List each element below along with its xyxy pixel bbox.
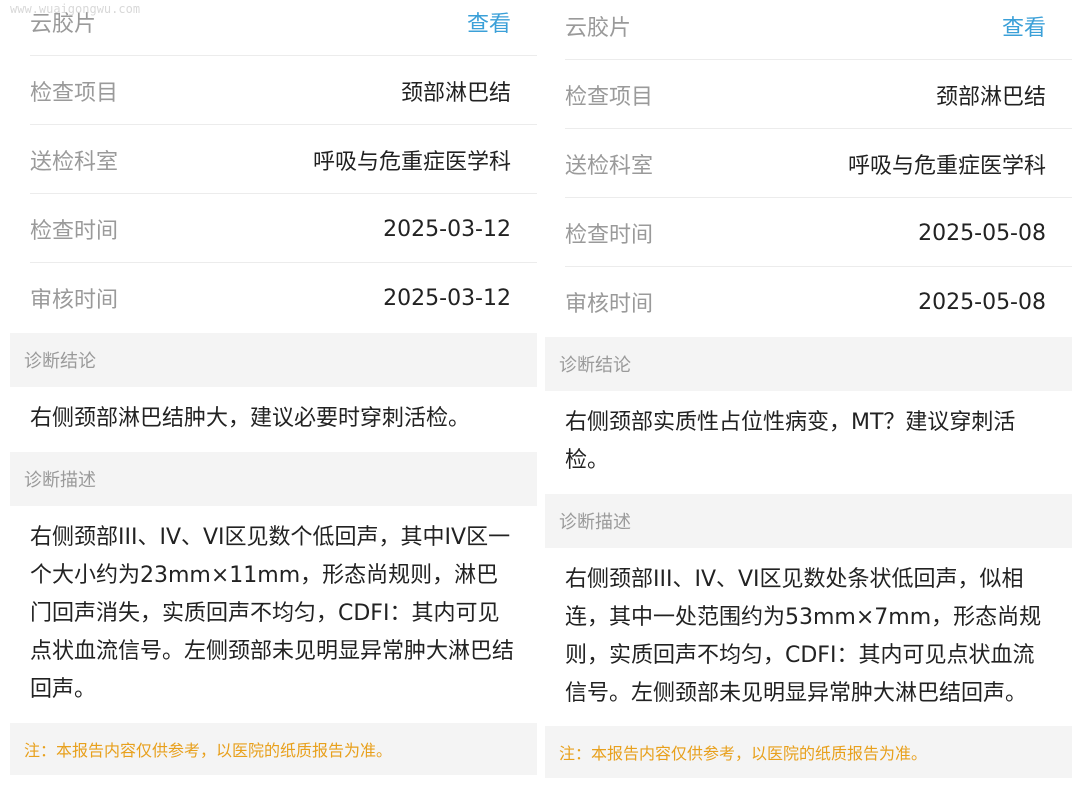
row-divider xyxy=(30,262,537,263)
row-divider xyxy=(565,59,1072,60)
review-time-value: 2025-03-12 xyxy=(383,285,511,311)
exam-item-value: 颈部淋巴结 xyxy=(400,81,511,106)
row-divider xyxy=(565,197,1072,198)
exam-item-label: 检查项目 xyxy=(30,81,119,106)
disclaimer-note: 注：本报告内容仅供参考，以医院的纸质报告为准。 xyxy=(545,726,1072,778)
row-divider xyxy=(565,266,1072,267)
watermark-text: www.wuaigongwu.com xyxy=(10,2,141,16)
disclaimer-note: 注：本报告内容仅供参考，以医院的纸质报告为准。 xyxy=(10,723,537,775)
row-divider xyxy=(30,193,537,194)
exam-time-label: 检查时间 xyxy=(565,223,654,248)
description-header: 诊断描述 xyxy=(10,452,537,506)
view-film-link[interactable]: 查看 xyxy=(1002,10,1046,42)
exam-time-row: 检查时间 2025-05-08 xyxy=(545,199,1072,267)
conclusion-text: 右侧颈部实质性占位性病变，MT？建议穿刺活检。 xyxy=(565,410,1016,473)
review-time-row: 审核时间 2025-03-12 xyxy=(10,264,537,332)
department-row: 送检科室 呼吸与危重症医学科 xyxy=(10,126,537,194)
row-divider xyxy=(30,55,537,56)
review-time-value: 2025-05-08 xyxy=(918,289,1046,315)
conclusion-header: 诊断结论 xyxy=(545,337,1072,391)
conclusion-header: 诊断结论 xyxy=(10,333,537,387)
exam-time-value: 2025-03-12 xyxy=(383,216,511,242)
film-row: 云胶片 查看 xyxy=(545,0,1072,60)
department-row: 送检科室 呼吸与危重症医学科 xyxy=(545,130,1072,198)
department-label: 送检科室 xyxy=(565,154,654,179)
exam-item-value: 颈部淋巴结 xyxy=(935,85,1046,110)
exam-item-row: 检查项目 颈部淋巴结 xyxy=(10,57,537,125)
report-panel-left: 云胶片 查看 检查项目 颈部淋巴结 送检科室 呼吸与危重症医学科 检查时间 20… xyxy=(10,0,537,810)
report-panel-right: 云胶片 查看 检查项目 颈部淋巴结 送检科室 呼吸与危重症医学科 检查时间 20… xyxy=(545,0,1072,810)
department-label: 送检科室 xyxy=(30,150,119,175)
exam-time-value: 2025-05-08 xyxy=(918,220,1046,246)
film-label: 云胶片 xyxy=(565,16,632,41)
exam-item-row: 检查项目 颈部淋巴结 xyxy=(545,61,1072,129)
panel-gap xyxy=(537,0,545,810)
screenshot-composite: 云胶片 查看 检查项目 颈部淋巴结 送检科室 呼吸与危重症医学科 检查时间 20… xyxy=(0,0,1080,810)
conclusion-text: 右侧颈部淋巴结肿大，建议必要时穿刺活检。 xyxy=(30,406,471,431)
department-value: 呼吸与危重症医学科 xyxy=(312,150,511,175)
review-time-label: 审核时间 xyxy=(565,292,654,317)
department-value: 呼吸与危重症医学科 xyxy=(847,154,1046,179)
exam-time-label: 检查时间 xyxy=(30,219,119,244)
exam-item-label: 检查项目 xyxy=(565,85,654,110)
row-divider xyxy=(30,124,537,125)
description-text: 右侧颈部III、IV、VI区见数个低回声，其中IV区一个大小约为23mm×11m… xyxy=(30,525,515,702)
view-film-link[interactable]: 查看 xyxy=(467,6,511,38)
exam-time-row: 检查时间 2025-03-12 xyxy=(10,195,537,263)
row-divider xyxy=(565,128,1072,129)
review-time-row: 审核时间 2025-05-08 xyxy=(545,268,1072,336)
review-time-label: 审核时间 xyxy=(30,288,119,313)
description-header: 诊断描述 xyxy=(545,494,1072,548)
description-text: 右侧颈部III、IV、VI区见数处条状低回声，似相连，其中一处范围约为53mm×… xyxy=(565,567,1042,706)
